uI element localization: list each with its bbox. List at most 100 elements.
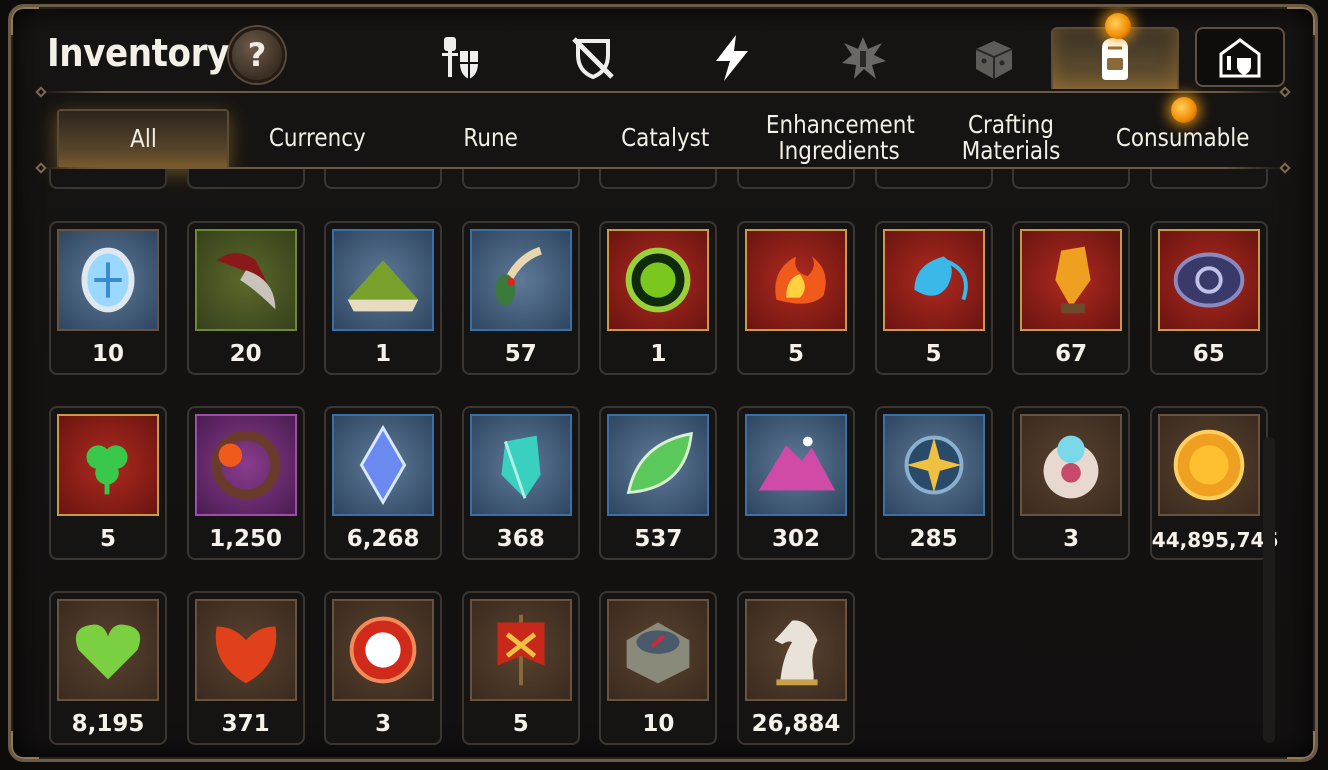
- item-quantity: 20: [229, 341, 262, 367]
- frame-corner: [11, 7, 39, 35]
- item-quantity: 368: [496, 526, 545, 552]
- item-slot[interactable]: 285: [874, 406, 993, 560]
- item-grid[interactable]: 10 20 1 57 1 5 5 67 65 5 1,250 6,268 368 537 302 285 3 44…: [49, 169, 1289, 749]
- item-slot[interactable]: 537: [599, 406, 718, 560]
- lightning-icon: [716, 35, 748, 81]
- clover-charm-icon: [86, 445, 128, 495]
- red-claw-icon: [216, 253, 275, 310]
- item-quantity: 1: [650, 341, 667, 367]
- item-slot-partial[interactable]: [1149, 169, 1268, 189]
- subtab-enhancement-ingredients[interactable]: Enhancement Ingredients: [753, 109, 925, 167]
- item-art: [57, 599, 159, 701]
- amber-crystal-icon: [1055, 246, 1091, 314]
- chess-knight-icon: [774, 620, 818, 686]
- item-slot[interactable]: 10: [599, 591, 718, 745]
- item-quantity: 5: [512, 711, 529, 737]
- item-slot-partial[interactable]: [874, 169, 993, 189]
- tab-artifacts[interactable]: [799, 27, 927, 89]
- item-art: [194, 599, 297, 701]
- item-slot[interactable]: 8,195: [49, 591, 167, 745]
- item-quantity: 5: [99, 526, 116, 552]
- page-title: Inventory: [47, 31, 229, 75]
- fire-charm-icon: [775, 256, 826, 304]
- storage-house-icon: [1219, 38, 1261, 78]
- subtab-currency[interactable]: Currency: [231, 109, 403, 167]
- subtab-rune[interactable]: Rune: [405, 109, 577, 167]
- item-art: [57, 414, 159, 516]
- item-slot[interactable]: 1,250: [186, 406, 305, 560]
- item-quantity: 371: [221, 711, 270, 737]
- item-slot[interactable]: 3: [1012, 406, 1131, 560]
- item-slot[interactable]: 44,895,746: [1149, 406, 1279, 560]
- item-quantity: 3: [1063, 526, 1080, 552]
- item-art: [882, 229, 985, 331]
- help-button[interactable]: ?: [229, 27, 285, 83]
- item-slot[interactable]: 3: [324, 591, 443, 745]
- item-slot[interactable]: 26,884: [737, 591, 855, 745]
- item-slot[interactable]: 67: [1012, 221, 1131, 375]
- item-slot[interactable]: 371: [186, 591, 305, 745]
- item-slot[interactable]: 5: [461, 591, 580, 745]
- red-seal-icon: [349, 616, 417, 684]
- item-quantity: 5: [925, 341, 942, 367]
- item-quantity: 65: [1192, 341, 1225, 367]
- item-slot[interactable]: 1: [324, 221, 443, 375]
- green-leaf-icon: [627, 431, 694, 495]
- item-slot-partial[interactable]: [324, 169, 443, 189]
- subtab-all[interactable]: All: [57, 109, 229, 167]
- dark-ring-charm-icon: [1173, 252, 1245, 308]
- blue-rune-stone-icon: [81, 247, 135, 313]
- item-quantity: 302: [771, 526, 820, 552]
- subtab-crafting-materials[interactable]: Crafting Materials: [925, 109, 1097, 167]
- item-slot-partial[interactable]: [599, 169, 718, 189]
- tab-storage[interactable]: [1195, 27, 1285, 87]
- item-slot[interactable]: 65: [1149, 221, 1268, 375]
- item-slot[interactable]: 20: [186, 221, 305, 375]
- item-quantity: 3: [375, 711, 392, 737]
- tab-dice[interactable]: [929, 27, 1057, 89]
- frame-corner: [1287, 7, 1315, 35]
- flower-ring-icon: [211, 430, 280, 500]
- crossed-shield-icon: [572, 37, 614, 80]
- frame-corner: [11, 731, 39, 759]
- item-quantity: 5: [787, 341, 804, 367]
- item-slot-partial[interactable]: [461, 169, 580, 189]
- potion-orb-icon: [1043, 435, 1099, 499]
- frame-corner: [1287, 731, 1315, 759]
- dice-icon: [975, 41, 1013, 79]
- tab-skills[interactable]: [667, 27, 795, 89]
- item-slot[interactable]: 5: [737, 221, 855, 375]
- green-orb-icon: [626, 247, 691, 313]
- item-slot[interactable]: 1: [599, 221, 718, 375]
- item-slot[interactable]: 368: [461, 406, 580, 560]
- header-divider: [35, 86, 1291, 98]
- item-quantity: 44,895,746: [1151, 528, 1279, 552]
- tab-gear-disabled[interactable]: [529, 27, 657, 89]
- notification-dot: [1105, 13, 1131, 39]
- tab-equipment[interactable]: [397, 27, 525, 89]
- item-art: [607, 414, 710, 516]
- green-heart-leaf-icon: [75, 624, 141, 680]
- scrollbar[interactable]: [1263, 437, 1275, 743]
- item-slot[interactable]: 57: [461, 221, 580, 375]
- item-slot[interactable]: 10: [49, 221, 167, 375]
- item-art: [469, 414, 572, 516]
- item-slot-partial[interactable]: [1012, 169, 1131, 189]
- item-slot[interactable]: 302: [737, 406, 855, 560]
- item-slot[interactable]: 5: [874, 221, 993, 375]
- red-leaf-icon: [215, 626, 276, 684]
- item-art: [1157, 414, 1260, 516]
- item-slot-partial[interactable]: [737, 169, 855, 189]
- subtab-catalyst[interactable]: Catalyst: [579, 109, 751, 167]
- item-art: [332, 414, 435, 516]
- item-art: [332, 599, 435, 701]
- item-slot[interactable]: 6,268: [324, 406, 443, 560]
- item-slot-partial[interactable]: [49, 169, 167, 189]
- item-slot-partial[interactable]: [186, 169, 305, 189]
- item-slot[interactable]: 5: [49, 406, 167, 560]
- herb-root-icon: [495, 246, 542, 306]
- item-quantity: 8,195: [71, 711, 145, 737]
- item-art: [57, 229, 159, 331]
- item-quantity: 26,884: [751, 711, 841, 737]
- item-art: [882, 414, 985, 516]
